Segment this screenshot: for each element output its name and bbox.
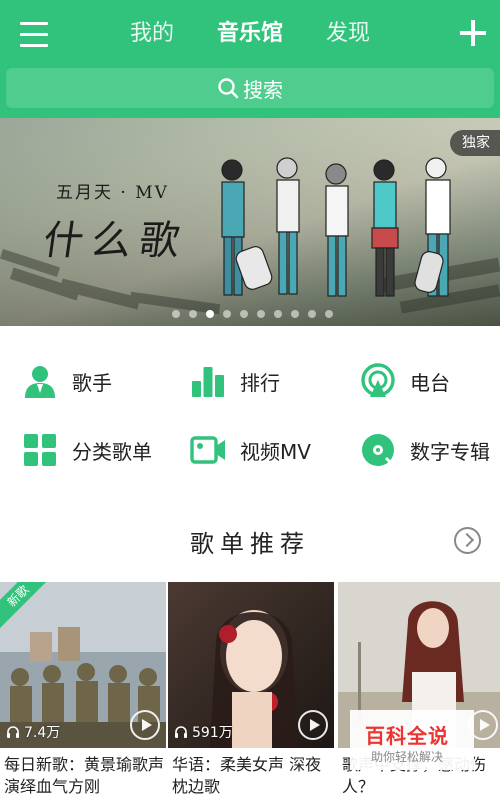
watermark-subtitle: 助你轻松解决 [371, 750, 444, 764]
carousel-dot[interactable] [325, 310, 333, 318]
grid-label: 电台 [410, 370, 450, 395]
play-icon[interactable] [298, 710, 328, 740]
top-tabs: 我的 音乐馆 发现 [130, 16, 370, 52]
playlist-card[interactable]: 591万 华语：柔美女声 深夜枕边歌 [168, 582, 334, 795]
tab-mine[interactable]: 我的 [130, 16, 174, 52]
headphones-icon [175, 726, 187, 738]
top-bar: 我的 音乐馆 发现 搜索 [0, 0, 500, 118]
radio-icon [361, 363, 395, 397]
menu-icon[interactable] [20, 22, 48, 48]
singer-icon [25, 366, 55, 398]
video-icon [190, 436, 225, 464]
add-icon[interactable] [460, 20, 486, 46]
carousel-dot[interactable] [189, 310, 197, 318]
carousel-dot[interactable] [291, 310, 299, 318]
album-icon [362, 434, 396, 468]
play-count-value: 591万 [192, 725, 233, 741]
play-count: 591万 [174, 722, 233, 742]
grid-label: 排行 [240, 370, 280, 395]
watermark-logo: 百科全说 助你轻松解决 [350, 710, 474, 770]
more-arrow-icon[interactable] [454, 527, 481, 554]
carousel-dot[interactable] [274, 310, 282, 318]
section-title-playlists: 歌单推荐 [190, 530, 310, 558]
search-placeholder: 搜索 [243, 77, 283, 102]
grid-item-album[interactable]: 数字专辑 [360, 430, 490, 470]
tab-music-hall[interactable]: 音乐馆 [217, 16, 283, 52]
grid-label: 分类歌单 [72, 439, 152, 464]
grid-item-singer[interactable]: 歌手 [22, 361, 112, 401]
grid-label: 数字专辑 [410, 439, 490, 464]
category-grid: 歌手 排行 电台 分类歌单 视频MV 数字专辑 [0, 326, 500, 506]
playlist-cover: 新歌 7.4万 [0, 582, 166, 748]
banner-carousel[interactable]: 五月天 · MV 什么歌 独家 [0, 118, 500, 326]
tab-discover[interactable]: 发现 [326, 16, 370, 52]
carousel-dot-active[interactable] [206, 310, 214, 318]
grid-item-radio[interactable]: 电台 [360, 361, 450, 401]
play-icon[interactable] [130, 710, 160, 740]
playlist-title: 每日新歌：黄景瑜歌声演绎血气方刚 [4, 755, 165, 795]
grid-item-ranking[interactable]: 排行 [190, 361, 280, 401]
carousel-dot[interactable] [240, 310, 248, 318]
playlist-cover: 591万 [168, 582, 334, 748]
playlist-title: 华语：柔美女声 深夜枕边歌 [172, 755, 322, 795]
banner-subtitle: 五月天 · MV [56, 183, 169, 203]
grid-item-category[interactable]: 分类歌单 [22, 430, 152, 470]
ranking-icon [192, 367, 224, 397]
carousel-dot[interactable] [223, 310, 231, 318]
grid-label: 歌手 [72, 370, 112, 395]
carousel-dot[interactable] [172, 310, 180, 318]
play-count-value: 7.4万 [24, 725, 61, 741]
carousel-dot[interactable] [257, 310, 265, 318]
carousel-indicator [172, 310, 333, 318]
headphones-icon [7, 726, 19, 738]
play-count: 7.4万 [6, 722, 60, 742]
watermark-title: 百科全说 [365, 724, 449, 748]
banner-title: 什么歌 [40, 218, 191, 264]
carousel-dot[interactable] [308, 310, 316, 318]
grid-label: 视频MV [240, 439, 311, 464]
grid-item-video[interactable]: 视频MV [190, 430, 311, 470]
search-icon [218, 78, 239, 99]
playlist-card[interactable]: 新歌 7.4万 每日新歌：黄景瑜歌声演绎血气方刚 [0, 582, 166, 795]
exclusive-badge: 独家 [450, 130, 500, 156]
search-bar[interactable]: 搜索 [6, 68, 494, 108]
category-icon [24, 434, 56, 466]
